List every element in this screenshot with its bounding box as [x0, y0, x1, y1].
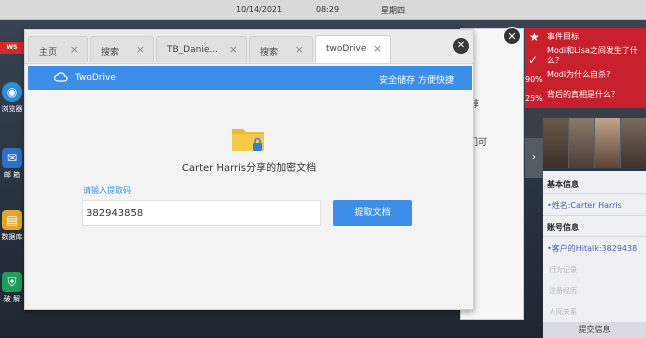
name-line[interactable]: •姓名:Carter Harris: [547, 200, 622, 211]
tab-search-2[interactable]: 搜索 ×: [249, 36, 313, 62]
weekday-text: 星期四: [381, 6, 405, 15]
dock-label: 邮 箱: [3, 171, 21, 179]
tab-home[interactable]: 主页 ×: [28, 36, 88, 62]
cloud-icon: [54, 71, 68, 86]
chevron-right-icon[interactable]: ›: [525, 138, 543, 178]
dock-label: 破 解: [3, 295, 21, 303]
submit-info-button[interactable]: 提交信息: [543, 322, 646, 338]
goal-item[interactable]: Modi和Lisa之间发生了什么？: [547, 46, 646, 66]
browser-window: 主页 × 搜索 × TB_Danie... × 搜索 × twoDrive × …: [24, 29, 474, 310]
globe-icon: ◉: [2, 82, 22, 102]
goal-item[interactable]: Modi为什么自杀?: [547, 70, 646, 80]
close-icon[interactable]: ×: [295, 43, 304, 56]
event-goals: ★ ✓ 事件目标 Modi和Lisa之间发生了什么？ Modi为什么自杀? 背后…: [525, 28, 646, 108]
tab-label: twoDrive: [326, 44, 367, 54]
date-text: 10/14/2021: [236, 5, 283, 14]
goal-item[interactable]: 背后的真相是什么？: [547, 90, 646, 100]
progress-percent: 90%: [525, 75, 543, 84]
locked-item: 人际关系: [549, 308, 577, 316]
photo-thumbnail[interactable]: [621, 118, 646, 168]
close-icon[interactable]: ×: [136, 43, 145, 56]
divider: [543, 236, 646, 237]
tab-label: TB_Danie...: [167, 45, 218, 55]
system-top-bar: 10/14/2021 08:29 星期四: [0, 0, 646, 20]
dock-label: 数据库: [1, 233, 23, 241]
database-icon: ▤: [2, 210, 22, 230]
event-goals-header: 事件目标: [547, 32, 579, 41]
account-line[interactable]: •客户的Hitalk:3829438: [547, 243, 637, 254]
dock-item-mail[interactable]: ✉ 邮 箱: [0, 148, 24, 180]
locked-item: 行为记录: [549, 266, 577, 274]
background-close-button[interactable]: ✕: [503, 27, 521, 45]
close-icon[interactable]: ×: [229, 43, 238, 56]
tab-tb-daniel[interactable]: TB_Danie... ×: [156, 36, 247, 62]
info-card: 基本信息 •姓名:Carter Harris 账号信息 •客户的Hitalk:3…: [543, 171, 646, 338]
extract-code-input[interactable]: 382943858: [82, 200, 321, 226]
mail-icon: ✉: [2, 148, 22, 168]
tab-label: 搜索: [101, 48, 120, 58]
dock-label: 浏览器: [1, 105, 23, 113]
time-text: 08:29: [316, 5, 340, 14]
dock-item-crack[interactable]: ⛨ 破 解: [0, 272, 24, 304]
left-dock: ◉ 浏览器 ✉ 邮 箱 ▤ 数据库 ⛨ 破 解: [0, 20, 24, 338]
progress-percent: 25%: [525, 94, 543, 103]
app-slogan: 安全储存 方便快捷: [379, 76, 454, 86]
tab-label: 搜索: [260, 48, 279, 58]
locked-folder-icon: [231, 125, 265, 153]
share-caption: Carter Harris分享的加密文档: [181, 163, 317, 174]
divider: [543, 215, 646, 216]
account-info-header: 账号信息: [547, 223, 579, 232]
close-icon: ✕: [456, 40, 466, 51]
photo-thumbnail[interactable]: [569, 118, 594, 168]
photo-thumbnail[interactable]: [595, 118, 620, 168]
dock-item-browser[interactable]: ◉ 浏览器: [0, 82, 24, 114]
basic-info-header: 基本信息: [547, 180, 579, 189]
star-icon: ★: [529, 30, 540, 44]
close-icon: ✕: [507, 30, 517, 43]
window-close-button[interactable]: ✕: [453, 38, 469, 54]
tab-search[interactable]: 搜索 ×: [90, 36, 154, 62]
dock-item-database[interactable]: ▤ 数据库: [0, 210, 24, 242]
suspect-photos: [543, 118, 646, 168]
check-icon: ✓: [528, 53, 539, 67]
code-label: 请输入提取码: [83, 186, 131, 195]
extract-document-button[interactable]: 提取文档: [333, 200, 412, 226]
shield-icon: ⛨: [2, 272, 22, 292]
locked-item: 注册经历: [549, 287, 577, 295]
divider: [543, 193, 646, 194]
tab-bar: 主页 × 搜索 × TB_Danie... × 搜索 × twoDrive × …: [25, 30, 473, 64]
right-panel: ★ ✓ 事件目标 Modi和Lisa之间发生了什么？ Modi为什么自杀? 背后…: [525, 28, 646, 338]
close-icon[interactable]: ×: [70, 43, 79, 56]
app-name: TwoDrive: [75, 73, 116, 83]
close-icon[interactable]: ×: [373, 42, 382, 55]
tab-twodrive[interactable]: twoDrive ×: [315, 35, 391, 63]
photo-thumbnail[interactable]: [543, 118, 568, 168]
tab-label: 主页: [39, 48, 58, 58]
twodrive-header: TwoDrive 安全储存 方便快捷: [28, 66, 472, 90]
